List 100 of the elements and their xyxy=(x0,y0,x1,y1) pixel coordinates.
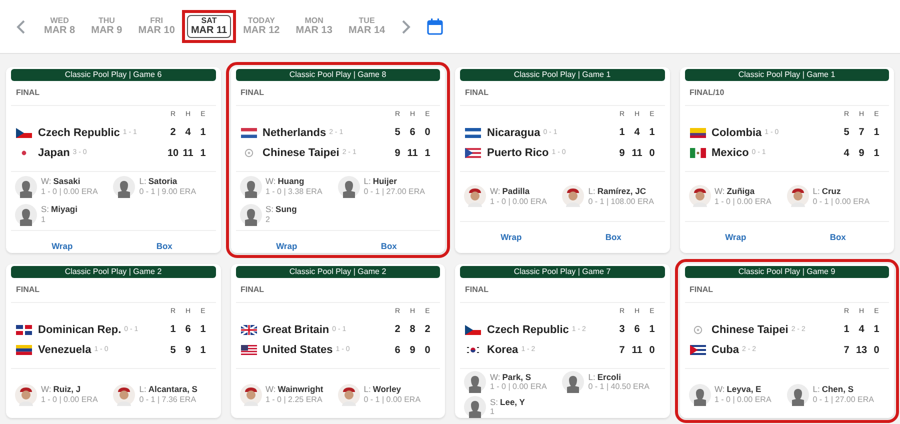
game-label-bar: Classic Pool Play | Game 9 xyxy=(684,266,889,278)
pitcher-role: L: xyxy=(812,384,820,395)
score-value: 0 xyxy=(648,344,656,358)
team-name: United States xyxy=(262,343,333,358)
score-value: 1 xyxy=(648,323,656,338)
date-tab[interactable]: THU MAR 9 xyxy=(87,14,126,38)
game-link[interactable]: Wrap xyxy=(276,240,298,252)
score-value: 0 xyxy=(424,344,432,358)
pitcher-stats: 0 - 1 | 40.50 ERA xyxy=(588,382,650,392)
score-value: 9 xyxy=(858,146,866,161)
team-name: Puerto Rico xyxy=(487,146,549,161)
team-name: Mexico xyxy=(712,146,749,161)
calendar-icon[interactable] xyxy=(427,18,444,35)
flag-icon xyxy=(16,345,32,356)
score-value: 1 xyxy=(872,146,880,161)
date-tab[interactable]: FRI MAR 10 xyxy=(134,14,179,38)
pitcher-role: L: xyxy=(139,384,146,395)
game-link[interactable]: Box xyxy=(156,240,172,252)
game-status: FINAL xyxy=(240,285,264,294)
flag-icon xyxy=(240,324,256,335)
score-value: 9 xyxy=(184,344,192,358)
flag-icon xyxy=(465,324,481,335)
player-silhouette-icon xyxy=(464,396,486,418)
pitcher-name: Cruz xyxy=(822,186,841,197)
score-value: 1 xyxy=(872,126,880,140)
score-value: 1 xyxy=(424,146,432,161)
pitcher-role: L: xyxy=(364,384,371,395)
game-label-bar: Classic Pool Play | Game 2 xyxy=(236,266,440,278)
pitcher-stats: 1 - 0 | 0.00 ERA xyxy=(714,196,772,207)
score-value: 7 xyxy=(618,344,626,358)
player-silhouette-icon xyxy=(338,176,360,198)
score-value: 9 xyxy=(394,146,402,161)
game-label-bar: Classic Pool Play | Game 7 xyxy=(460,266,664,278)
pitcher-role: L: xyxy=(139,176,146,187)
player-silhouette-icon xyxy=(15,204,37,226)
game-link[interactable]: Box xyxy=(605,231,622,244)
player-avatar-icon xyxy=(113,384,136,406)
flag-icon xyxy=(690,128,706,138)
game-link[interactable]: Wrap xyxy=(500,231,522,244)
flag-icon xyxy=(465,345,481,356)
score-value: 5 xyxy=(169,344,177,358)
pitcher-name: Chen, S xyxy=(822,384,854,395)
player-avatar-icon xyxy=(786,185,809,208)
game-link[interactable]: Wrap xyxy=(52,240,73,252)
score-value: 1 xyxy=(648,126,656,140)
pitcher-name: Wainwright xyxy=(278,384,324,395)
date-tab[interactable]: TUE MAR 14 xyxy=(344,14,390,38)
score-value: 7 xyxy=(858,126,866,140)
pitcher-role: L: xyxy=(364,176,371,187)
pitcher-name: Huang xyxy=(278,176,304,187)
pitcher-role: W: xyxy=(490,372,500,382)
team-name: Dominican Rep. xyxy=(38,322,122,338)
player-avatar-icon xyxy=(240,384,262,406)
score-value: 10 xyxy=(166,146,180,161)
pitcher-stats: 0 - 1 | 108.00 ERA xyxy=(588,196,654,207)
pitcher-name: Miyagi xyxy=(51,204,78,215)
date-tab[interactable]: WED MAR 8 xyxy=(40,14,80,38)
game-link[interactable]: Box xyxy=(830,231,846,244)
player-avatar-icon xyxy=(688,185,710,208)
pitcher-name: Lee, Y xyxy=(500,396,525,408)
player-silhouette-icon xyxy=(464,371,486,393)
pitcher-stats: 1 - 0 | 0.00 ERA xyxy=(714,394,772,405)
score-value: 1 xyxy=(842,323,850,338)
score-value: 13 xyxy=(854,344,868,358)
game-status: FINAL/10 xyxy=(690,88,724,97)
flag-icon xyxy=(690,345,706,356)
player-avatar-icon xyxy=(464,185,486,208)
team-name: Czech Republic xyxy=(487,322,569,338)
pitcher-stats: 0 - 1 | 9.00 ERA xyxy=(139,186,196,197)
player-silhouette-icon xyxy=(15,176,37,198)
pitcher-stats: 1 - 0 | 0.00 ERA xyxy=(41,186,98,197)
score-value: 5 xyxy=(842,126,850,140)
team-name: Netherlands xyxy=(262,126,326,140)
pitcher-role: L: xyxy=(588,372,596,382)
pitcher-name: Park, S xyxy=(502,372,532,382)
team-name: Czech Republic xyxy=(38,126,120,140)
date-tab[interactable]: MON MAR 13 xyxy=(292,14,336,38)
pitcher-name: Ruiz, J xyxy=(53,384,81,395)
game-status: FINAL xyxy=(16,285,40,294)
team-name: Japan xyxy=(38,146,70,161)
score-value: 1 xyxy=(618,126,626,140)
pitcher-role: S: xyxy=(490,396,498,408)
game-link[interactable]: Box xyxy=(380,240,397,252)
date-tab[interactable]: SAT MAR 11 xyxy=(186,14,232,38)
game-status: FINAL xyxy=(240,88,264,97)
score-value: 9 xyxy=(618,146,626,161)
player-silhouette-icon xyxy=(562,371,584,393)
pitcher-stats: 1 xyxy=(490,407,496,418)
score-value: 1 xyxy=(169,323,177,338)
pitcher-stats: 2 xyxy=(266,214,271,225)
pitcher-role: W: xyxy=(41,176,52,187)
date-tab[interactable]: TODAY MAR 12 xyxy=(239,14,284,38)
score-value: 11 xyxy=(630,146,644,161)
game-label-bar: Classic Pool Play | Game 1 xyxy=(460,69,664,81)
pitcher-name: Padilla xyxy=(502,186,530,197)
pitcher-role: W: xyxy=(41,384,52,395)
game-link[interactable]: Wrap xyxy=(725,231,746,244)
pitcher-role: S: xyxy=(41,204,50,215)
pitcher-role: S: xyxy=(266,204,274,215)
pitcher-name: Ramírez, JC xyxy=(597,186,646,197)
